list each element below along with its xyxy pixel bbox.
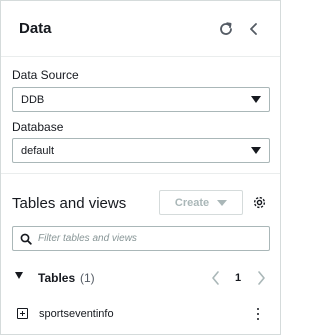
panel-header: Data [1, 1, 280, 57]
panel-title: Data [19, 20, 52, 37]
database-value: default [21, 145, 55, 157]
data-source-label: Data Source [12, 68, 79, 82]
expand-icon[interactable] [17, 308, 28, 319]
tables-and-views-title: Tables and views [12, 195, 127, 212]
tables-section-header: Tables (1) 1 [1, 263, 280, 293]
section-divider [1, 173, 280, 174]
tables-count: (1) [80, 271, 95, 285]
table-name: sportseventinfo [39, 308, 114, 320]
chevron-left-icon[interactable] [209, 269, 223, 287]
gear-icon[interactable] [251, 194, 268, 211]
create-button-label: Create [174, 196, 210, 209]
refresh-icon[interactable] [214, 17, 238, 41]
filter-input[interactable] [38, 230, 263, 247]
search-icon [20, 233, 32, 245]
table-list-item[interactable]: sportseventinfo [1, 299, 280, 329]
data-source-value: DDB [21, 94, 45, 106]
caret-down-icon[interactable] [15, 272, 23, 279]
caret-down-icon [217, 199, 228, 206]
chevron-left-icon[interactable] [242, 17, 266, 41]
tables-label[interactable]: Tables [38, 271, 75, 285]
more-actions-icon[interactable] [254, 307, 262, 321]
current-page-number[interactable]: 1 [235, 272, 241, 284]
database-label: Database [12, 120, 64, 134]
caret-down-icon [251, 96, 261, 103]
caret-down-icon [251, 147, 261, 154]
filter-search-box [12, 226, 270, 251]
data-panel: Data Data Source DDB Database default Ta… [0, 0, 281, 335]
data-source-select[interactable]: DDB [12, 87, 270, 112]
create-button[interactable]: Create [159, 190, 243, 215]
chevron-right-icon[interactable] [254, 269, 268, 287]
database-select[interactable]: default [12, 138, 270, 163]
